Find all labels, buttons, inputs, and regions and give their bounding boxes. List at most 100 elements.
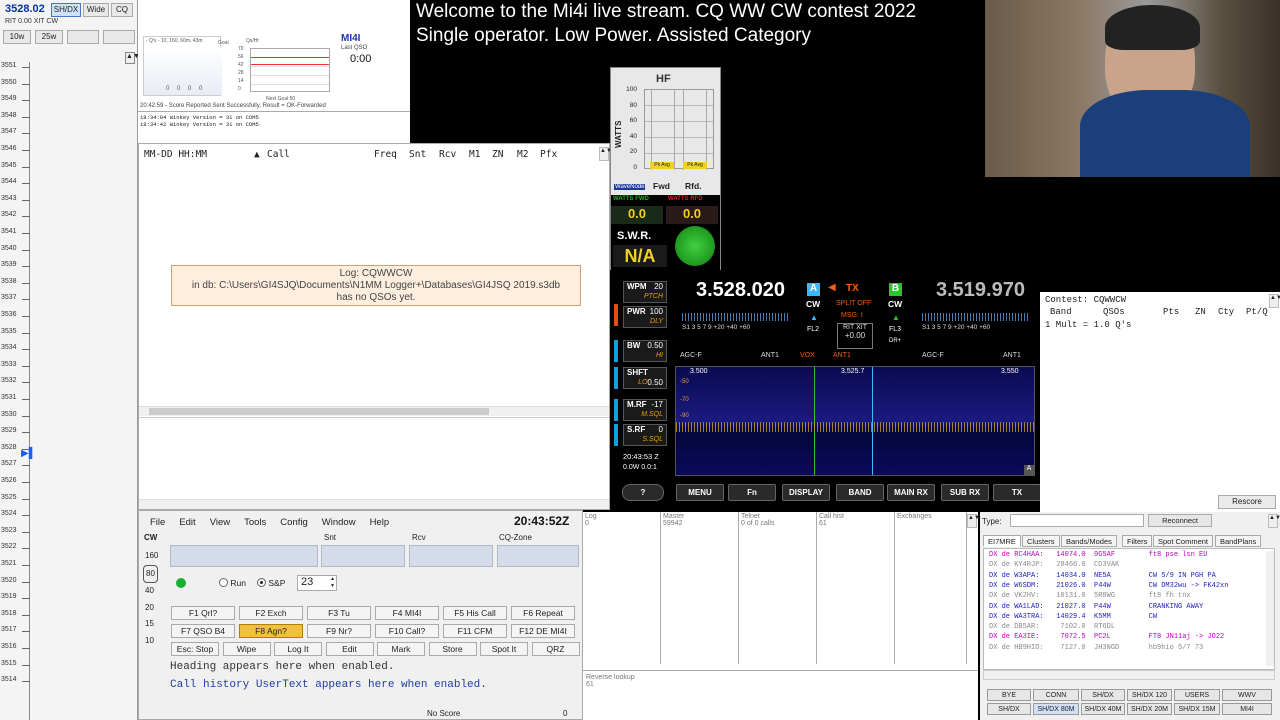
vfo-a-frequency[interactable]: 3.528.020	[696, 279, 785, 302]
vfo-a-badge[interactable]: A	[807, 283, 820, 296]
spot-line[interactable]: DX de VK2HV: 10131.0 5R8WG ft8 fh tnx	[989, 592, 1191, 600]
fkey-18-button[interactable]: Store	[428, 642, 477, 656]
spot-line[interactable]: DX de RC4HAA: 14074.0 9G5AF ft8 pse lsn …	[989, 551, 1207, 559]
cmd2-shdx80m-button[interactable]: SH/DX 80M	[1033, 703, 1079, 715]
rescore-button[interactable]: Rescore	[1218, 495, 1276, 509]
bandmap-scroll-arrows[interactable]: ▲▼	[125, 52, 140, 64]
telnet-type-input[interactable]	[1010, 514, 1144, 527]
col-pfx[interactable]: Pfx	[540, 149, 557, 160]
cmd2-shdx40m-button[interactable]: SH/DX 40M	[1081, 703, 1125, 715]
fkey-20-button[interactable]: QRZ	[531, 642, 580, 656]
telnet-tab-filters[interactable]: Filters	[1122, 535, 1153, 547]
fkey-11-button[interactable]: F11 CFM	[443, 624, 507, 638]
radio-main-rx-button[interactable]: MAIN RX	[887, 484, 935, 501]
log-hscroll-thumb[interactable]	[149, 408, 489, 415]
radio-fn-button[interactable]: Fn	[728, 484, 776, 501]
cmd2-shdx-button[interactable]: SH/DX	[987, 703, 1031, 715]
cmd-shdx-button[interactable]: SH/DX	[1081, 689, 1125, 701]
telnet-tab-clusters[interactable]: Clusters	[1022, 535, 1060, 547]
scope-auto-icon[interactable]: A	[1024, 465, 1034, 475]
menu-config[interactable]: Config	[280, 517, 307, 528]
cmd-users-button[interactable]: USERS	[1174, 689, 1220, 701]
spot-line[interactable]: DX de WA1LAD: 21027.0 P44W CRANKING AWAY	[989, 603, 1203, 611]
spot-line[interactable]: DX de DB5AR: 7102.0 RT6DL	[989, 623, 1115, 631]
telnet-tab-ei7mre[interactable]: EI7MRE	[983, 535, 1021, 547]
reconnect-button[interactable]: Reconnect	[1148, 514, 1212, 527]
spot-line[interactable]: DX de KY4RJP: 28466.0 CD3VAK	[989, 561, 1119, 569]
log-hscroll[interactable]	[139, 406, 609, 416]
fkey-14-button[interactable]: Wipe	[222, 642, 271, 656]
vfo-b-badge[interactable]: B	[889, 283, 902, 296]
menu-file[interactable]: File	[150, 517, 165, 528]
spot-line[interactable]: DX de HB9HIO: 7127.0 JH3NGD hb9hio 5/7 7…	[989, 644, 1203, 652]
band-15[interactable]: 15	[145, 616, 158, 633]
telnet-tab-bandplans[interactable]: BandPlans	[1215, 535, 1262, 547]
col-snt[interactable]: Snt	[409, 149, 426, 160]
fkey-1-button[interactable]: F1 Qrl?	[171, 606, 235, 620]
step-25w-button[interactable]: 25w	[35, 30, 63, 44]
cqzone-input[interactable]	[497, 545, 579, 567]
spot-line[interactable]: DX de WA3TRA: 14029.4 K5MM CW	[989, 613, 1157, 621]
blank-button-1[interactable]	[67, 30, 99, 44]
menu-help[interactable]: Help	[370, 517, 390, 528]
radio-band-button[interactable]: BAND	[836, 484, 884, 501]
sp-radio[interactable]: S&P	[257, 578, 285, 588]
col-rcv[interactable]: Rcv	[439, 149, 456, 160]
telnet-tab-spotcomment[interactable]: Spot Comment	[1153, 535, 1214, 547]
spots-vscroll[interactable]	[1266, 551, 1274, 666]
fkey-8-button[interactable]: F8 Agn?	[239, 624, 303, 638]
rit-xit-box[interactable]: RIT XIT +0.00	[837, 323, 873, 349]
fkey-7-button[interactable]: F7 QSO B4	[171, 624, 235, 638]
mult-scroll[interactable]: ▲▼	[1269, 294, 1280, 308]
cq-button[interactable]: CQ	[111, 3, 133, 17]
snt-input[interactable]	[321, 545, 405, 567]
run-radio[interactable]: Run	[219, 578, 246, 588]
blank-button-2[interactable]	[103, 30, 135, 44]
fkey-19-button[interactable]: Spot It	[480, 642, 528, 656]
fkey-9-button[interactable]: F9 Nr?	[307, 624, 371, 638]
radio-side-bw-button[interactable]: BW 0.50 HI	[623, 340, 667, 362]
fkey-3-button[interactable]: F3 Tu	[307, 606, 371, 620]
fkey-4-button[interactable]: F4 MI4I	[375, 606, 439, 620]
spots-hscroll[interactable]	[983, 670, 1275, 680]
menu-view[interactable]: View	[210, 517, 230, 528]
radio-side-mrf-button[interactable]: M.RF -17 M.SQL	[623, 399, 667, 421]
menu-tools[interactable]: Tools	[244, 517, 266, 528]
col-datetime[interactable]: MM-DD HH:MM	[144, 149, 207, 160]
fkey-5-button[interactable]: F5 His Call	[443, 606, 507, 620]
vfo-b-frequency[interactable]: 3.519.970	[936, 279, 1025, 302]
fkey-6-button[interactable]: F6 Repeat	[511, 606, 575, 620]
radio-side-pwr-button[interactable]: PWR 100 DLY	[623, 306, 667, 328]
log-hscroll-2[interactable]	[139, 499, 609, 509]
radio-side-srf-button[interactable]: S.RF 0 S.SQL	[623, 424, 667, 446]
radio-sub-rx-button[interactable]: SUB RX	[941, 484, 989, 501]
rcv-input[interactable]	[409, 545, 493, 567]
cmd-bye-button[interactable]: BYE	[987, 689, 1031, 701]
radio-menu-button[interactable]: MENU	[676, 484, 724, 501]
band-20[interactable]: 20	[145, 600, 158, 617]
shdx-button[interactable]: SH/DX	[51, 3, 81, 17]
fkey-15-button[interactable]: Log It	[274, 642, 322, 656]
radio-tx-button[interactable]: TX	[993, 484, 1041, 501]
col-call[interactable]: Call	[267, 149, 290, 160]
spot-line[interactable]: DX de W6SDM: 21026.0 P44W CW DM32wu -> F…	[989, 582, 1228, 590]
menu-window[interactable]: Window	[322, 517, 356, 528]
panes-scroll[interactable]: ▲▼	[967, 514, 980, 528]
log-scroll-up[interactable]: ▲▼	[599, 147, 612, 161]
help-icon[interactable]: ?	[622, 484, 664, 501]
cmd2-shdx15m-button[interactable]: SH/DX 15M	[1174, 703, 1220, 715]
bandmap-scale[interactable]: 3551 3550 3549 3548 3547 3546 3545 3544 3543 3542…	[0, 62, 30, 720]
col-m1[interactable]: M1	[469, 149, 480, 160]
telnet-scroll[interactable]: ▲▼	[1268, 514, 1280, 528]
telnet-tab-bandsmodes[interactable]: Bands/Modes	[1061, 535, 1117, 547]
fkey-10-button[interactable]: F10 Call?	[375, 624, 439, 638]
radio-side-wpm-button[interactable]: WPM 20 PTCH	[623, 281, 667, 303]
band-40[interactable]: 40	[145, 583, 158, 600]
fkey-16-button[interactable]: Edit	[325, 642, 374, 656]
cmd-shdx120-button[interactable]: SH/DX 120	[1127, 689, 1172, 701]
cmd2-mi4i-button[interactable]: MI4I	[1222, 703, 1272, 715]
fkey-2-button[interactable]: F2 Exch	[239, 606, 303, 620]
fkey-12-button[interactable]: F12 DE MI4I	[511, 624, 575, 638]
cmd2-shdx20m-button[interactable]: SH/DX 20M	[1127, 703, 1172, 715]
radio-side-shft-button[interactable]: SHFT 0.50 LO	[623, 367, 667, 389]
